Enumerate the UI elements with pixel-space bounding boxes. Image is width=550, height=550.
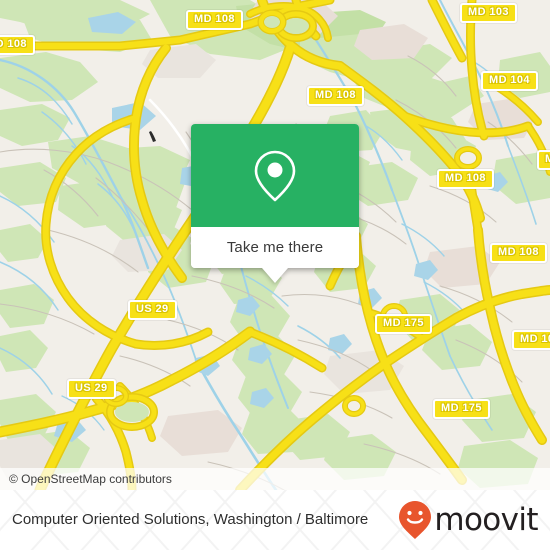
map-pin-icon [254, 150, 296, 201]
road-shield: MD 108 [512, 330, 550, 350]
moovit-logo[interactable]: moovit [398, 500, 539, 540]
location-popup-card[interactable]: Take me there [191, 124, 359, 283]
map-attribution-bar: © OpenStreetMap contributors [0, 468, 550, 490]
moovit-map-page: .water{fill:none;stroke:#9ed2e8;stroke-l… [0, 0, 550, 550]
footer-bar: Computer Oriented Solutions, Washington … [0, 490, 550, 550]
road-shield: MD 104 [481, 71, 538, 91]
popup-pointer-tail [262, 268, 288, 283]
road-shield: US 29 [67, 379, 116, 399]
road-shield: MD 175 [375, 314, 432, 334]
take-me-there-button[interactable]: Take me there [191, 227, 359, 268]
popup-image-placeholder [191, 124, 359, 227]
road-shield: US 29 [128, 300, 177, 320]
moovit-pin-smile-icon [399, 501, 432, 539]
road-shield: MD 108 [0, 35, 35, 55]
road-shield: MD 103 [460, 3, 517, 23]
road-shield: MD 108 [537, 150, 550, 170]
footer-content: Computer Oriented Solutions, Washington … [0, 490, 550, 550]
osm-attribution-text[interactable]: © OpenStreetMap contributors [9, 472, 172, 486]
road-shield: MD 108 [307, 86, 364, 106]
moovit-wordmark: moovit [434, 501, 538, 538]
road-shield: MD 108 [437, 169, 494, 189]
road-shield: MD 108 [490, 243, 547, 263]
road-shield: MD 175 [433, 399, 490, 419]
take-me-there-label: Take me there [226, 239, 324, 256]
place-title: Computer Oriented Solutions, Washington … [12, 511, 369, 528]
map-canvas[interactable]: .water{fill:none;stroke:#9ed2e8;stroke-l… [0, 0, 550, 490]
road-shield: MD 108 [186, 10, 243, 30]
